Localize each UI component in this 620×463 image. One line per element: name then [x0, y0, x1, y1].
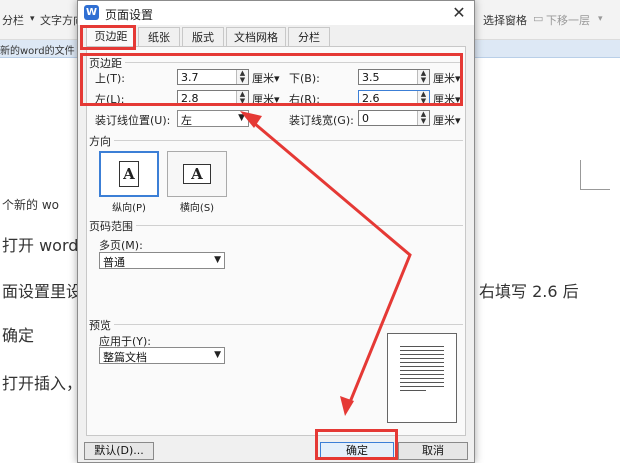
default-button[interactable]: 默认(D)... — [84, 442, 154, 460]
wps-app-icon: W — [84, 5, 99, 20]
dialog-titlebar[interactable]: W 页面设置 ✕ — [78, 1, 474, 25]
tab-columns[interactable]: 分栏 — [288, 27, 330, 47]
landscape-orientation-button[interactable]: A — [167, 151, 227, 197]
tab-document-grid[interactable]: 文档网格 — [226, 27, 286, 47]
preview-group-label: 预览 — [89, 317, 114, 333]
page-preview — [387, 333, 457, 423]
group-divider — [91, 140, 463, 141]
doc-text-line: 右填写 2.6 后 — [479, 282, 579, 301]
gutter-width-label: 装订线宽(G): — [289, 114, 354, 127]
gutter-position-select[interactable]: 左 ▼ — [177, 110, 249, 127]
group-divider — [91, 324, 463, 325]
annotation-box-margin-fields — [80, 53, 463, 106]
portrait-label: 纵向(P) — [112, 203, 146, 214]
doc-text-line: 确定 — [2, 326, 35, 345]
gutter-position-label: 装订线位置(U): — [95, 114, 171, 127]
tab-layout[interactable]: 版式 — [182, 27, 224, 47]
gutter-width-input[interactable]: 0 ▲ ▼ — [358, 110, 430, 126]
move-down-button[interactable]: 下移一层 — [546, 12, 590, 28]
dialog-title: 页面设置 — [105, 8, 154, 22]
gutter-position-value: 左 — [181, 114, 192, 127]
multiple-pages-label: 多页(M): — [99, 239, 143, 252]
gutter-width-value: 0 — [362, 112, 369, 125]
chevron-down-icon: ▼ — [238, 113, 245, 123]
cancel-button[interactable]: 取消 — [398, 442, 468, 460]
unit-selector[interactable]: 厘米▾ — [433, 112, 461, 128]
landscape-label: 横向(S) — [179, 203, 215, 214]
doc-text-line: 面设置里设 — [2, 282, 83, 301]
page-range-group-label: 页码范围 — [89, 218, 136, 234]
unit-caret-icon: ▾ — [455, 114, 461, 127]
group-divider — [91, 225, 463, 226]
multiple-pages-select[interactable]: 普通 ▼ — [99, 252, 225, 269]
columns-dropdown-icon[interactable]: ▾ — [30, 14, 35, 24]
doc-text-line: 打开 word — [2, 236, 79, 255]
unit-label: 厘米 — [433, 114, 455, 127]
orientation-group-label: 方向 — [89, 133, 114, 149]
move-down-icon: ▭ — [533, 12, 544, 25]
portrait-orientation-button[interactable]: A — [99, 151, 159, 197]
spinner-arrows-icon[interactable]: ▲ ▼ — [417, 111, 429, 125]
portrait-page-icon: A — [119, 161, 139, 187]
close-icon[interactable]: ✕ — [448, 2, 470, 24]
selection-pane-button[interactable]: 选择窗格 — [483, 12, 527, 28]
apply-to-select[interactable]: 整篇文档 ▼ — [99, 347, 225, 364]
landscape-page-icon: A — [183, 164, 211, 184]
apply-to-value: 整篇文档 — [103, 351, 147, 364]
document-tab[interactable]: 新的word的文件 — [0, 42, 75, 57]
tab-paper[interactable]: 纸张 — [138, 27, 180, 47]
annotation-box-margins-tab — [80, 25, 136, 50]
page-corner-mark — [580, 160, 610, 190]
multiple-pages-value: 普通 — [103, 256, 125, 269]
columns-button[interactable]: 分栏 — [2, 12, 24, 28]
annotation-box-ok-button — [315, 429, 398, 460]
chevron-down-icon: ▼ — [214, 350, 221, 360]
move-down-dropdown-icon[interactable]: ▾ — [598, 14, 603, 24]
doc-text-line: 打开插入， — [2, 374, 83, 393]
preview-text-lines — [400, 346, 444, 394]
doc-text-line: 个新的 wo — [2, 198, 59, 212]
chevron-down-icon: ▼ — [214, 255, 221, 265]
